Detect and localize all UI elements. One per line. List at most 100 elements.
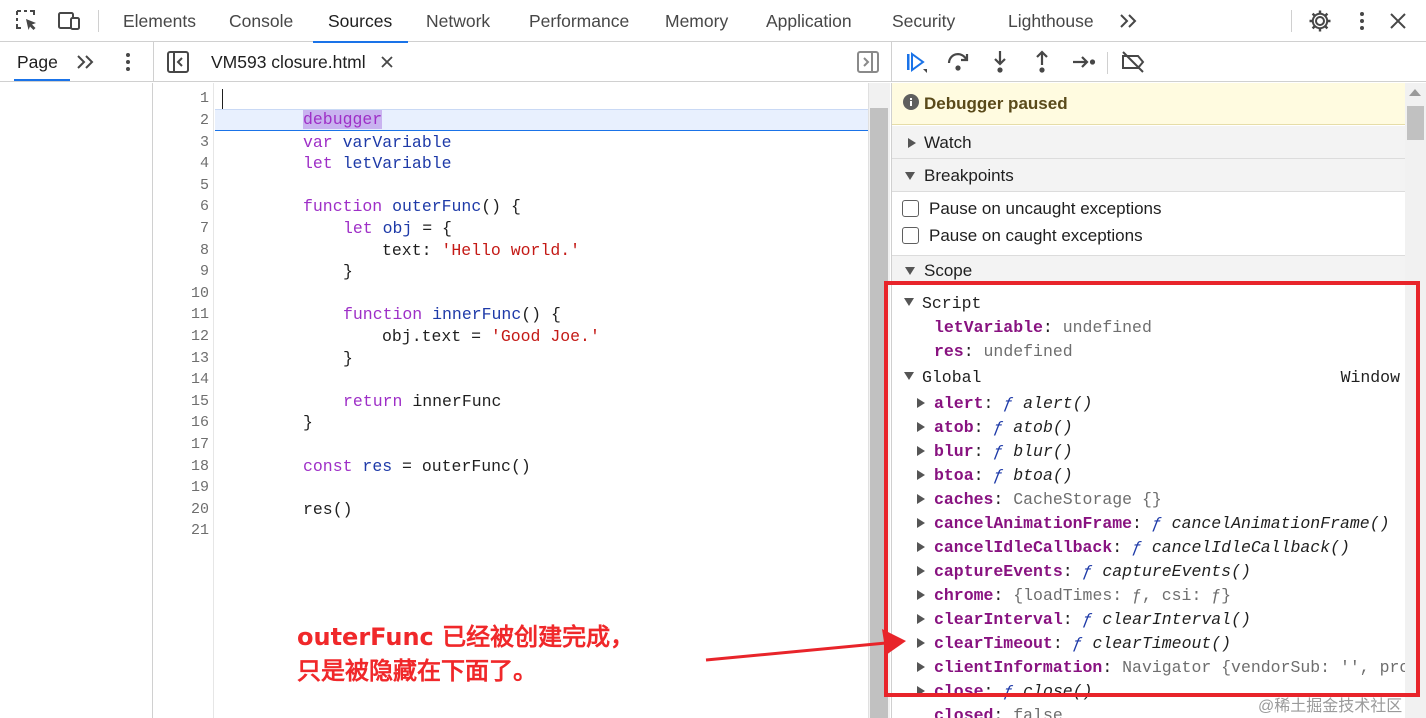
- text-cursor: [222, 89, 223, 109]
- annotation-arrow-icon: [705, 629, 906, 662]
- tab-performance[interactable]: Performance: [529, 0, 629, 42]
- settings-gear-icon[interactable]: [1307, 8, 1333, 34]
- code-line-9[interactable]: }: [343, 261, 353, 283]
- tab-lighthouse[interactable]: Lighthouse: [1008, 0, 1094, 42]
- watermark: @稀土掘金技术社区: [1258, 698, 1403, 715]
- sidebar-scrollbar-thumb[interactable]: [1407, 106, 1424, 140]
- line-number[interactable]: 21: [159, 520, 209, 542]
- code-line-18[interactable]: const res = outerFunc(): [303, 456, 531, 478]
- annotation-text: outerFunc 已经被创建完成， 只是被隐藏在下面了。: [297, 623, 635, 685]
- line-number[interactable]: 8: [159, 240, 209, 262]
- line-number[interactable]: 19: [159, 477, 209, 499]
- line-number[interactable]: 13: [159, 348, 209, 370]
- line-number[interactable]: 7: [159, 218, 209, 240]
- pause-uncaught-checkbox[interactable]: [902, 200, 919, 217]
- code-line-20[interactable]: res(): [303, 499, 353, 521]
- line-number[interactable]: 17: [159, 434, 209, 456]
- toolbar-divider: [1107, 52, 1108, 74]
- tab-security[interactable]: Security: [892, 0, 955, 42]
- tab-elements[interactable]: Elements: [123, 0, 196, 42]
- file-navigator-panel[interactable]: [0, 83, 153, 718]
- property-name: closed: [934, 706, 994, 718]
- step-over-icon[interactable]: [945, 49, 971, 75]
- page-tab-indicator: [14, 79, 70, 81]
- tab-application[interactable]: Application: [766, 0, 852, 42]
- navigator-tab-page[interactable]: Page: [17, 42, 58, 82]
- more-tabs-chevron-icon[interactable]: [1116, 8, 1142, 34]
- line-number-gutter[interactable]: 1 2 3 4 5 6 7 8 9 10 11 12 13 14 15 16 1…: [154, 83, 214, 718]
- tab-network[interactable]: Network: [426, 0, 490, 42]
- close-file-tab-icon[interactable]: [374, 49, 400, 75]
- step-out-icon[interactable]: [1029, 49, 1055, 75]
- scroll-up-arrow-icon[interactable]: [1409, 89, 1421, 96]
- device-toolbar-icon[interactable]: [56, 8, 82, 34]
- paused-label: Debugger paused: [924, 94, 1068, 113]
- code-line-7[interactable]: let obj = {: [343, 218, 452, 240]
- toolbar-divider: [1291, 10, 1292, 32]
- global-property[interactable]: closed: false: [917, 704, 1063, 718]
- code-line-15[interactable]: return innerFunc: [343, 391, 501, 413]
- watch-section-header[interactable]: Watch: [892, 126, 1406, 159]
- info-icon: [903, 94, 919, 110]
- property-value: false: [1013, 706, 1063, 718]
- code-line-8[interactable]: text: 'Hello world.': [382, 240, 580, 262]
- toggle-debugger-sidebar-icon[interactable]: [855, 49, 881, 75]
- line-number[interactable]: 12: [159, 326, 209, 348]
- line-number[interactable]: 14: [159, 369, 209, 391]
- line-number[interactable]: 11: [159, 304, 209, 326]
- code-token: 'Hello world.': [441, 240, 581, 260]
- code-token: letVariable: [342, 154, 452, 174]
- code-token: res: [362, 456, 393, 476]
- more-options-kebab-icon[interactable]: [1349, 8, 1375, 34]
- line-number[interactable]: 6: [159, 196, 209, 218]
- breakpoints-section-header[interactable]: Breakpoints: [892, 159, 1406, 192]
- line-number[interactable]: 20: [159, 499, 209, 521]
- line-number[interactable]: 10: [159, 283, 209, 305]
- sources-subtoolbar: Page VM593 closure.html: [0, 42, 1426, 82]
- code-line-11[interactable]: function innerFunc() {: [343, 304, 561, 326]
- line-number[interactable]: 1: [159, 88, 209, 110]
- code-token: return: [343, 391, 403, 411]
- editor-file-tab[interactable]: VM593 closure.html: [211, 42, 366, 82]
- tab-console[interactable]: Console: [229, 0, 293, 42]
- collapse-triangle-icon: [905, 267, 915, 275]
- line-number[interactable]: 5: [159, 175, 209, 197]
- line-number[interactable]: 4: [159, 153, 209, 175]
- pause-caught-label: Pause on caught exceptions: [929, 226, 1143, 245]
- inspect-element-icon[interactable]: [14, 8, 40, 34]
- line-number[interactable]: 2: [159, 110, 209, 132]
- code-token: var: [303, 132, 333, 152]
- devtools-tabbar: Elements Console Sources Network Perform…: [0, 0, 1426, 43]
- watch-label: Watch: [924, 133, 972, 152]
- pause-caught-checkbox[interactable]: [902, 227, 919, 244]
- resume-execution-icon[interactable]: [903, 49, 929, 75]
- step-icon[interactable]: [1071, 49, 1097, 75]
- code-line-3[interactable]: var varVariable: [303, 132, 452, 154]
- navigator-menu-kebab-icon[interactable]: [115, 49, 141, 75]
- toggle-navigator-icon[interactable]: [165, 49, 191, 75]
- tab-sources[interactable]: Sources: [312, 0, 409, 43]
- toolbar-divider: [98, 10, 99, 32]
- close-devtools-icon[interactable]: [1385, 8, 1411, 34]
- more-navigator-tabs-icon[interactable]: [73, 49, 99, 75]
- deactivate-breakpoints-icon[interactable]: [1120, 49, 1146, 75]
- code-token: debugger: [303, 110, 383, 129]
- code-line-13[interactable]: }: [343, 348, 353, 370]
- code-line-12[interactable]: obj.text = 'Good Joe.': [382, 326, 600, 348]
- panel-divider: [153, 42, 154, 82]
- code-line-2[interactable]: debugger: [303, 109, 383, 131]
- line-number[interactable]: 3: [159, 132, 209, 154]
- line-number[interactable]: 15: [159, 391, 209, 413]
- tab-memory[interactable]: Memory: [665, 0, 728, 42]
- panel-divider: [891, 42, 892, 82]
- step-into-icon[interactable]: [987, 49, 1013, 75]
- code-line-16[interactable]: }: [303, 412, 313, 434]
- code-token: outerFunc: [392, 197, 482, 217]
- code-line-4[interactable]: let letVariable: [303, 153, 452, 175]
- code-line-6[interactable]: function outerFunc() {: [303, 196, 521, 218]
- line-number[interactable]: 16: [159, 412, 209, 434]
- code-token: varVariable: [342, 132, 452, 152]
- line-number[interactable]: 9: [159, 261, 209, 283]
- line-number[interactable]: 18: [159, 456, 209, 478]
- code-token: innerFunc: [432, 305, 522, 325]
